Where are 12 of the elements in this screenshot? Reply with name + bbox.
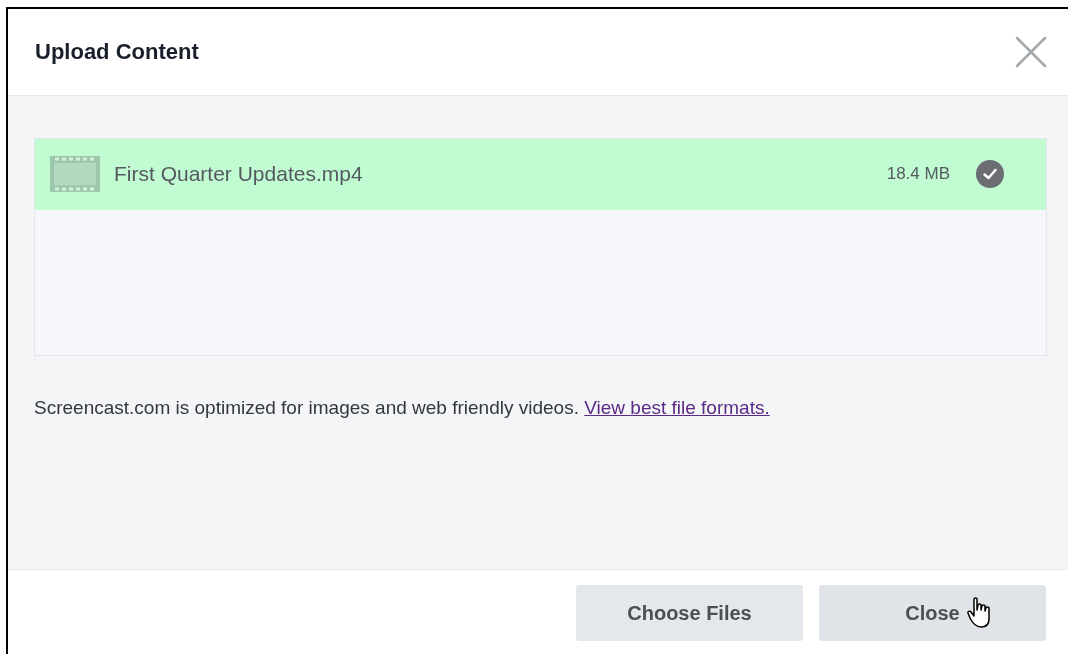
dialog-title: Upload Content xyxy=(35,38,199,67)
close-icon[interactable] xyxy=(1014,34,1048,69)
upload-notice: Screencast.com is optimized for images and web friendly videos. View best file formats. xyxy=(34,395,771,420)
hand-cursor-icon xyxy=(967,597,991,630)
file-name: First Quarter Updates.mp4 xyxy=(114,161,364,188)
check-icon xyxy=(976,160,1004,189)
file-row[interactable]: First Quarter Updates.mp4 18.4 MB xyxy=(35,138,1046,210)
video-file-icon xyxy=(50,156,100,193)
file-size: 18.4 MB xyxy=(886,163,950,186)
file-formats-link[interactable]: View best file formats. xyxy=(584,396,770,418)
choose-files-button[interactable]: Choose Files xyxy=(576,585,803,642)
close-button[interactable]: Close xyxy=(819,585,1046,642)
